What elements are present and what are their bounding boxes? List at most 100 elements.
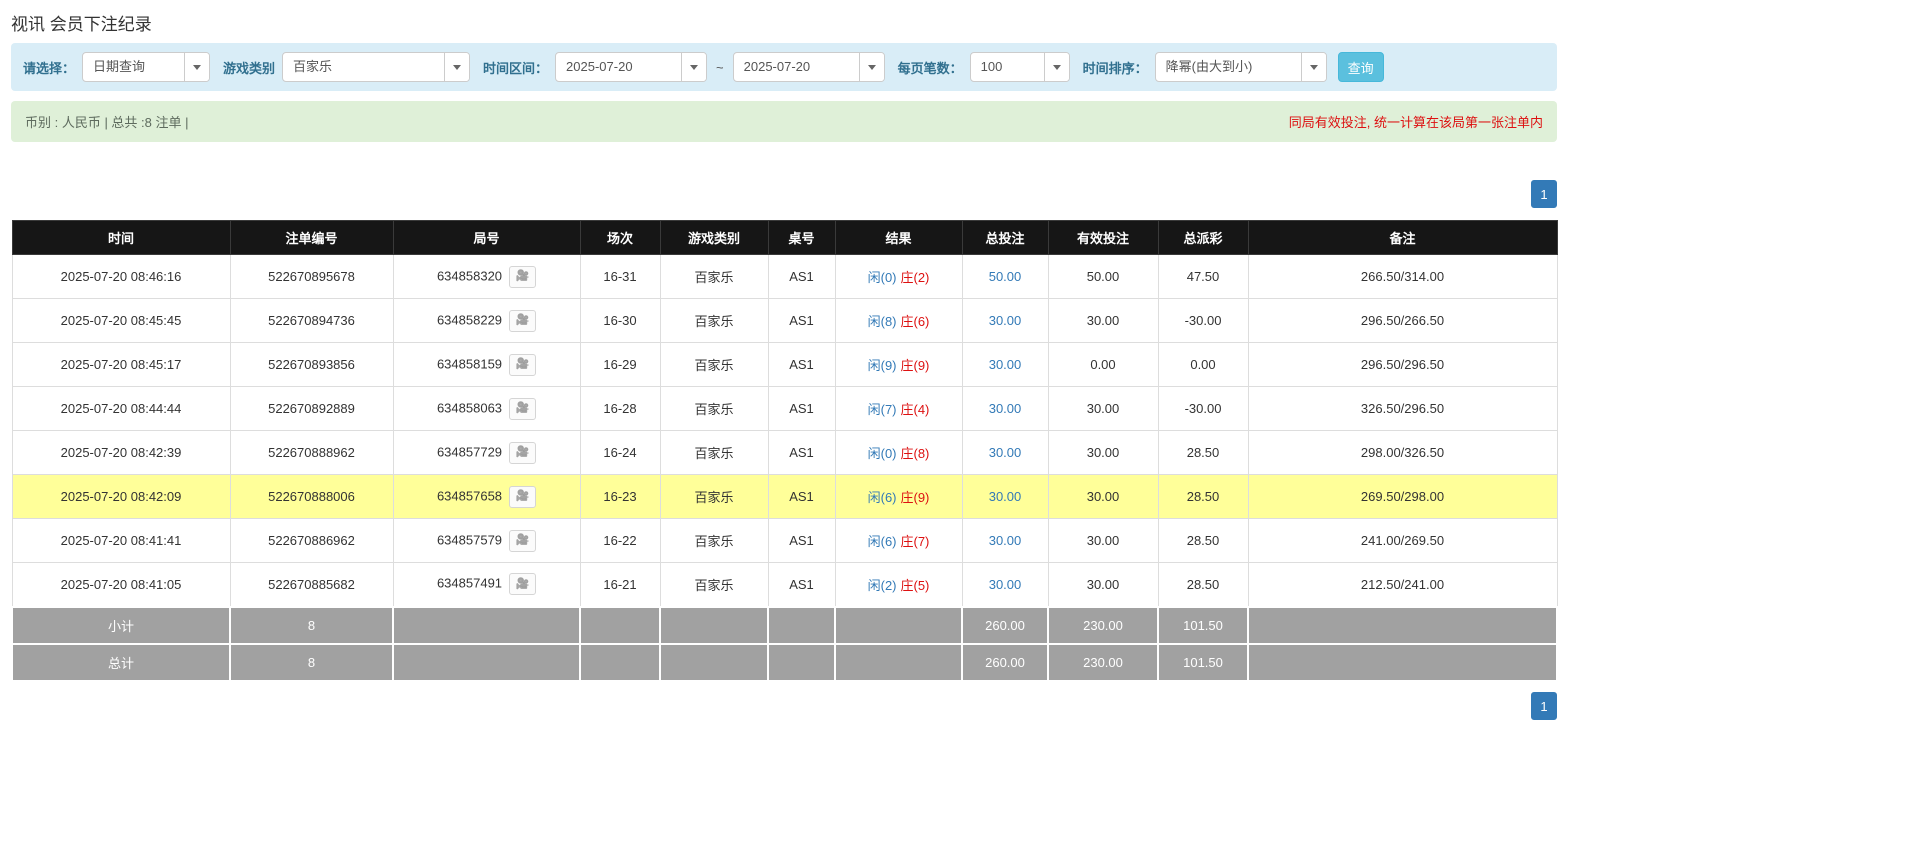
filter-bar: 请选择： 日期查询 游戏类别 百家乐 时间区间： 2025-07-20 ~ 20… (11, 43, 1557, 91)
cell-table-no: AS1 (767, 254, 836, 299)
query-type-label: 请选择： (23, 60, 76, 76)
table-row: 2025-07-20 08:41:41 522670886962 6348575… (11, 518, 1558, 563)
chevron-down-icon[interactable] (1043, 53, 1069, 81)
result-player: 闲(0) (867, 446, 897, 461)
sort-label: 时间排序： (1082, 60, 1148, 76)
round-number: 634857491 (436, 575, 503, 591)
cell-total-bet: 30.00 (961, 518, 1049, 563)
caret-glyph (867, 64, 876, 70)
cell-note: 296.50/266.50 (1247, 298, 1558, 343)
video-icon[interactable]: 🎥 (509, 397, 537, 420)
empty-cell (392, 642, 581, 682)
cell-valid-bet: 30.00 (1047, 562, 1159, 607)
round-number: 634858229 (436, 311, 503, 327)
search-button[interactable]: 查询 (1337, 52, 1384, 82)
result-player: 闲(6) (867, 490, 897, 505)
col-session: 场次 (579, 220, 661, 255)
cell-round: 634857579 🎥 (392, 518, 581, 563)
cell-game-type: 百家乐 (659, 386, 769, 431)
empty-cell (1247, 605, 1558, 645)
result-player: 闲(9) (867, 358, 897, 373)
video-icon[interactable]: 🎥 (509, 309, 537, 332)
result-player: 闲(8) (867, 314, 897, 329)
page-size-select[interactable]: 100 (969, 52, 1070, 82)
col-valid-bet: 有效投注 (1047, 220, 1159, 255)
table-header-row: 时间 注单编号 局号 场次 游戏类别 桌号 结果 总投注 有效投注 总派彩 备注 (11, 220, 1558, 255)
pagination-bottom: 1 (11, 691, 1557, 850)
cell-table-no: AS1 (767, 298, 836, 343)
cell-session: 16-24 (579, 430, 661, 475)
cell-total-bet: 50.00 (961, 254, 1049, 299)
total-bet-link[interactable]: 50.00 (989, 269, 1022, 284)
result-banker: 庄(4) (900, 402, 930, 417)
cell-total-bet: 30.00 (961, 430, 1049, 475)
video-glyph: 🎥 (515, 358, 530, 370)
result-banker: 庄(8) (900, 446, 930, 461)
cell-time: 2025-07-20 08:44:44 (11, 386, 231, 431)
total-valid-bet: 230.00 (1047, 642, 1159, 682)
total-bet-link[interactable]: 30.00 (989, 313, 1022, 328)
video-icon[interactable]: 🎥 (509, 353, 537, 376)
page-button-1[interactable]: 1 (1531, 180, 1557, 208)
result-banker: 庄(9) (900, 490, 930, 505)
bets-table: 时间 注单编号 局号 场次 游戏类别 桌号 结果 总投注 有效投注 总派彩 备注… (11, 220, 1558, 682)
video-icon[interactable]: 🎥 (509, 265, 537, 288)
cell-total-bet: 30.00 (961, 562, 1049, 607)
result-banker: 庄(6) (900, 314, 930, 329)
video-icon[interactable]: 🎥 (509, 485, 537, 508)
chevron-down-icon[interactable] (681, 53, 707, 81)
result-banker: 庄(5) (900, 577, 930, 593)
col-note: 备注 (1247, 220, 1558, 255)
cell-session: 16-30 (579, 298, 661, 343)
subtotal-label: 小计 (11, 605, 231, 645)
cell-payout: 28.50 (1157, 474, 1249, 519)
page-button-1[interactable]: 1 (1531, 691, 1557, 720)
cell-round: 634858159 🎥 (392, 342, 581, 387)
table-row: 2025-07-20 08:42:39 522670888962 6348577… (11, 430, 1558, 475)
currency-total-text: 币别 : 人民币 | 总共 :8 注单 | (25, 115, 189, 130)
cell-result: 闲(0) 庄(8) (834, 430, 963, 475)
game-type-label: 游戏类别 (223, 60, 276, 76)
total-label: 总计 (11, 642, 231, 682)
cell-total-bet: 30.00 (961, 298, 1049, 343)
sort-select[interactable]: 降幂(由大到小) (1154, 52, 1327, 82)
query-type-select[interactable]: 日期查询 (82, 52, 211, 82)
cell-valid-bet: 30.00 (1047, 298, 1159, 343)
round-number: 634857579 (436, 531, 503, 547)
caret-glyph (1052, 64, 1061, 70)
cell-time: 2025-07-20 08:45:45 (11, 298, 231, 343)
cell-time: 2025-07-20 08:42:39 (11, 430, 231, 475)
page-container: 视讯 会员下注纪录 请选择： 日期查询 游戏类别 百家乐 时间区间： 2025-… (11, 0, 1558, 850)
cell-bet-id: 522670886962 (229, 518, 394, 563)
game-type-select[interactable]: 百家乐 (282, 52, 471, 82)
cell-result: 闲(6) 庄(9) (834, 474, 963, 519)
cell-valid-bet: 50.00 (1047, 254, 1159, 299)
caret-glyph (453, 64, 462, 70)
cell-table-no: AS1 (767, 342, 836, 387)
total-bet-link[interactable]: 30.00 (989, 489, 1022, 504)
total-bet-link[interactable]: 30.00 (989, 357, 1022, 372)
query-type-value: 日期查询 (93, 59, 146, 74)
empty-cell (579, 605, 661, 645)
date-to-select[interactable]: 2025-07-20 (732, 52, 885, 82)
video-icon[interactable]: 🎥 (509, 529, 537, 552)
cell-time: 2025-07-20 08:42:09 (11, 474, 231, 519)
chevron-down-icon[interactable] (858, 53, 884, 81)
chevron-down-icon[interactable] (184, 53, 210, 81)
video-icon[interactable]: 🎥 (509, 573, 537, 596)
cell-time: 2025-07-20 08:41:05 (11, 562, 231, 607)
empty-cell (579, 642, 661, 682)
total-bet-link[interactable]: 30.00 (989, 401, 1022, 416)
date-from-select[interactable]: 2025-07-20 (555, 52, 708, 82)
result-player: 闲(2) (867, 577, 897, 593)
total-count: 8 (229, 642, 394, 682)
chevron-down-icon[interactable] (1300, 53, 1326, 81)
empty-cell (392, 605, 581, 645)
cell-session: 16-28 (579, 386, 661, 431)
table-row: 2025-07-20 08:46:16 522670895678 6348583… (11, 254, 1558, 299)
total-bet-link[interactable]: 30.00 (989, 533, 1022, 548)
video-icon[interactable]: 🎥 (509, 441, 537, 464)
total-bet-link[interactable]: 30.00 (989, 577, 1022, 592)
total-bet-link[interactable]: 30.00 (989, 445, 1022, 460)
chevron-down-icon[interactable] (444, 53, 470, 81)
